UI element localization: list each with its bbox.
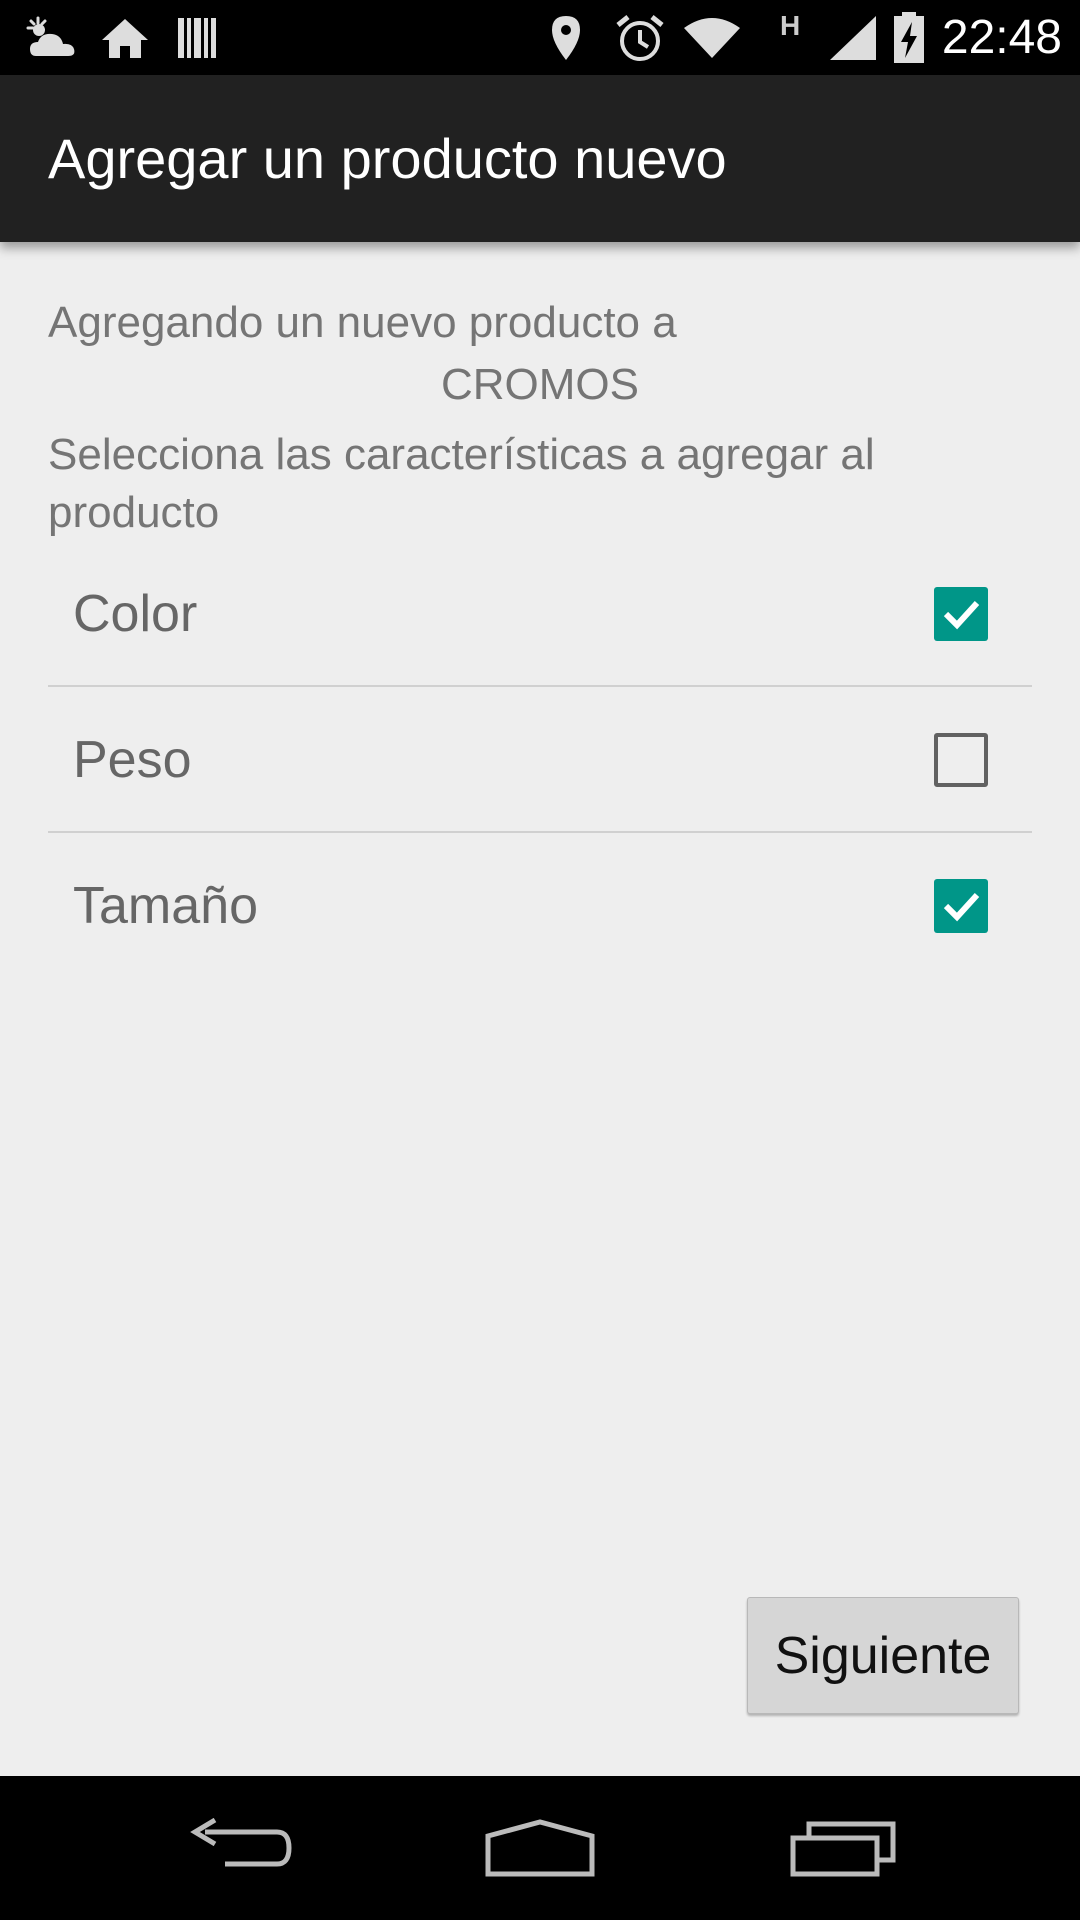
status-time: 22:48 xyxy=(941,11,1062,64)
option-label-tamano: Tamaño xyxy=(73,877,258,935)
checkmark-icon xyxy=(943,892,980,922)
recents-icon[interactable] xyxy=(784,1806,904,1890)
option-label-peso: Peso xyxy=(73,731,192,789)
barcode-icon xyxy=(177,10,217,66)
instructions-text: Selecciona las características a agregar… xyxy=(48,430,875,537)
home-nav-icon[interactable] xyxy=(480,1806,600,1890)
option-row-color[interactable]: Color xyxy=(48,541,1032,687)
option-row-peso[interactable]: Peso xyxy=(48,687,1032,833)
peso-checkbox[interactable] xyxy=(934,733,988,787)
next-button[interactable]: Siguiente xyxy=(747,1597,1019,1714)
store-name: CROMOS xyxy=(441,360,639,409)
wifi-icon xyxy=(683,10,741,66)
options-list: Color Peso Tamaño xyxy=(48,541,1032,979)
alarm-icon xyxy=(614,10,666,66)
page-title: Agregar un producto nuevo xyxy=(48,127,727,190)
tamano-checkbox[interactable] xyxy=(934,879,988,933)
option-label-color: Color xyxy=(73,585,198,643)
back-icon[interactable] xyxy=(180,1806,300,1890)
action-bar: Agregar un producto nuevo xyxy=(0,75,1080,242)
network-type-label: H xyxy=(780,10,801,41)
signal-icon xyxy=(828,10,878,66)
status-bar: H 22:48 xyxy=(0,0,1080,75)
color-checkbox[interactable] xyxy=(934,587,988,641)
weather-cloudy-icon xyxy=(26,10,82,66)
navigation-bar xyxy=(0,1776,1080,1920)
checkmark-icon xyxy=(943,600,980,630)
battery-charging-icon xyxy=(893,10,925,66)
intro-text: Agregando un nuevo producto a xyxy=(48,298,677,347)
home-icon xyxy=(100,10,150,66)
location-icon xyxy=(548,10,584,66)
option-row-tamano[interactable]: Tamaño xyxy=(48,833,1032,979)
